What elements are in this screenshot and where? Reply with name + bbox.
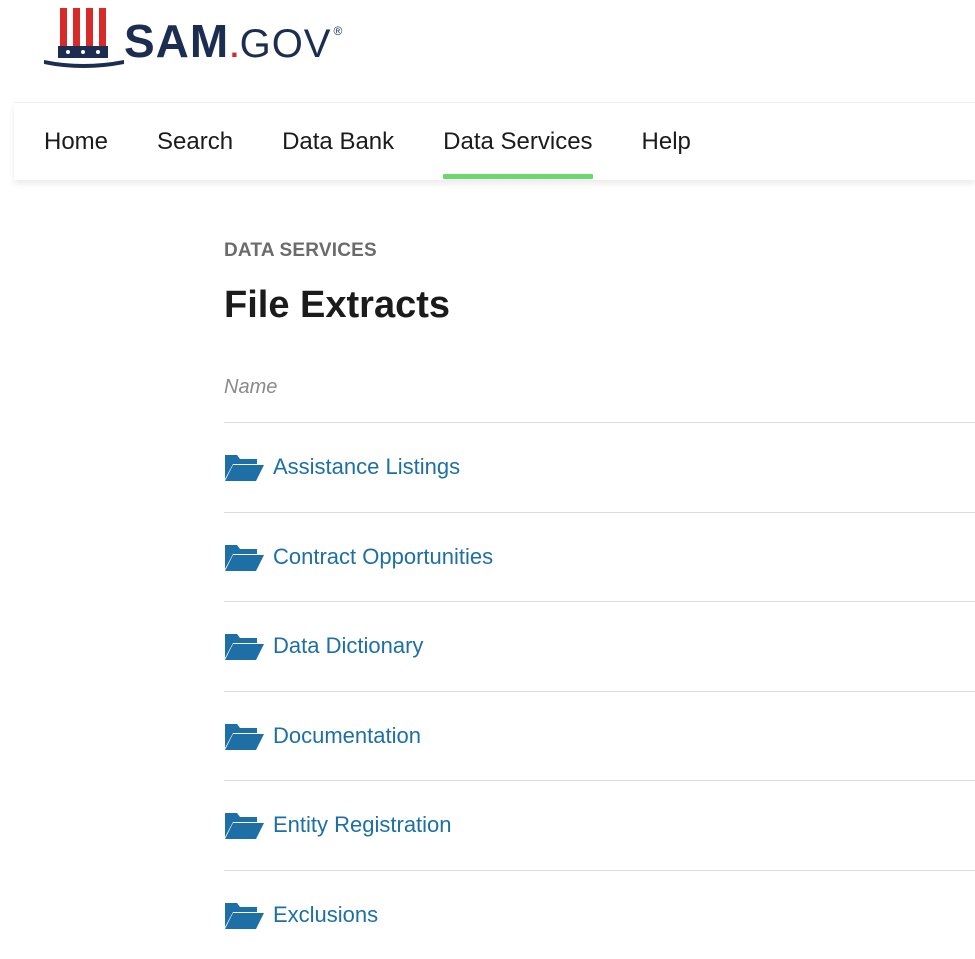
nav-home[interactable]: Home [44, 103, 108, 181]
list-item: Exclusions [224, 870, 975, 959]
main-nav: Home Search Data Bank Data Services Help [44, 103, 740, 181]
folder-open-icon[interactable] [224, 810, 264, 840]
list-item: Documentation [224, 691, 975, 781]
folder-open-icon[interactable] [224, 631, 264, 661]
logo-wordmark: SAM . GOV ® [124, 14, 342, 68]
folder-link[interactable]: Assistance Listings [273, 454, 460, 480]
folder-link[interactable]: Exclusions [273, 902, 378, 928]
folder-open-icon[interactable] [224, 721, 264, 751]
logo-gov-text: GOV [240, 22, 332, 67]
folder-link[interactable]: Entity Registration [273, 812, 452, 838]
main-navigation-bar: Home Search Data Bank Data Services Help [14, 102, 975, 180]
section-eyebrow: DATA SERVICES [224, 240, 377, 262]
folder-open-icon[interactable] [224, 900, 264, 930]
list-item: Data Dictionary [224, 601, 975, 691]
site-header: SAM . GOV ® [0, 0, 975, 102]
nav-search[interactable]: Search [157, 103, 233, 181]
logo-dot: . [230, 31, 238, 65]
folder-open-icon[interactable] [224, 452, 264, 482]
file-extracts-list: Assistance Listings Contract Opportuniti… [224, 422, 975, 959]
nav-data-bank[interactable]: Data Bank [282, 103, 394, 181]
folder-open-icon[interactable] [224, 542, 264, 572]
logo-sam-text: SAM [124, 14, 229, 68]
folder-link[interactable]: Contract Opportunities [273, 544, 493, 570]
list-item: Contract Opportunities [224, 512, 975, 602]
sam-gov-logo[interactable]: SAM . GOV ® [44, 6, 342, 70]
folder-link[interactable]: Data Dictionary [273, 633, 423, 659]
uncle-sam-hat-icon [44, 6, 128, 70]
name-column-header[interactable]: Name [224, 376, 277, 399]
list-item: Assistance Listings [224, 422, 975, 512]
nav-help[interactable]: Help [642, 103, 691, 181]
registered-mark: ® [333, 24, 342, 38]
list-item: Entity Registration [224, 780, 975, 870]
page-title: File Extracts [224, 284, 450, 327]
nav-data-services[interactable]: Data Services [443, 103, 592, 181]
folder-link[interactable]: Documentation [273, 723, 421, 749]
